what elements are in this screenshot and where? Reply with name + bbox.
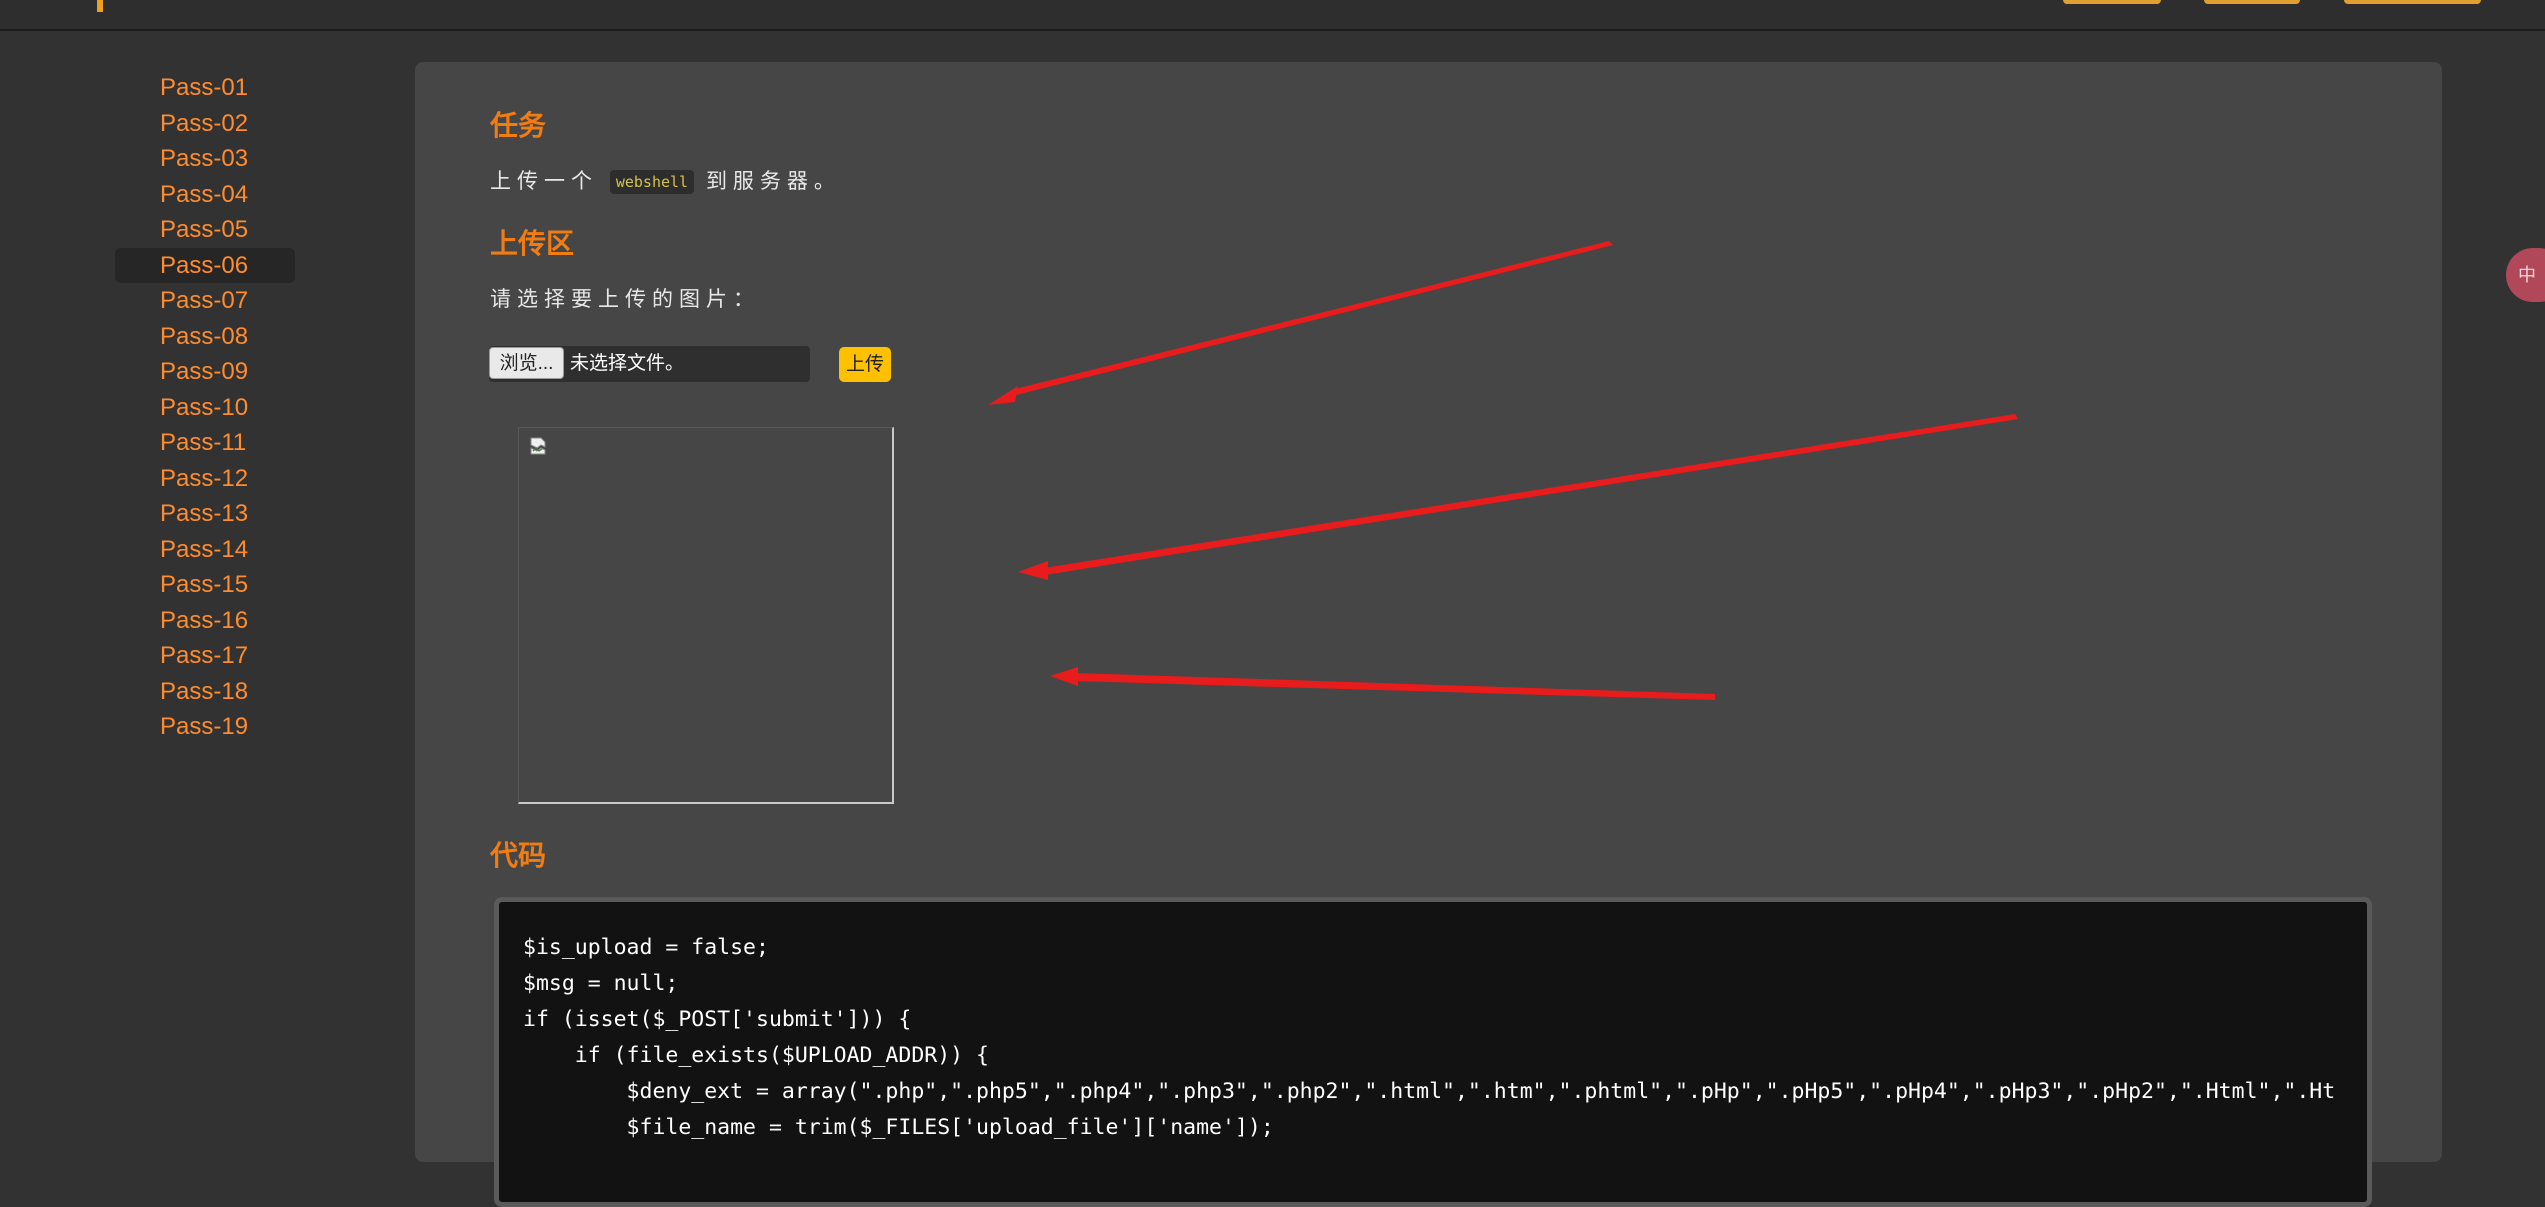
annotation-arrow-3-head bbox=[1050, 667, 1078, 686]
annotation-arrow-1-head bbox=[988, 386, 1018, 405]
annotation-arrow-1 bbox=[1011, 241, 1613, 396]
annotation-arrow-2-head bbox=[1018, 561, 1048, 580]
annotation-arrow-3 bbox=[1075, 673, 1715, 700]
annotation-arrow-2 bbox=[1044, 414, 2018, 575]
annotation-arrows bbox=[988, 241, 2018, 700]
